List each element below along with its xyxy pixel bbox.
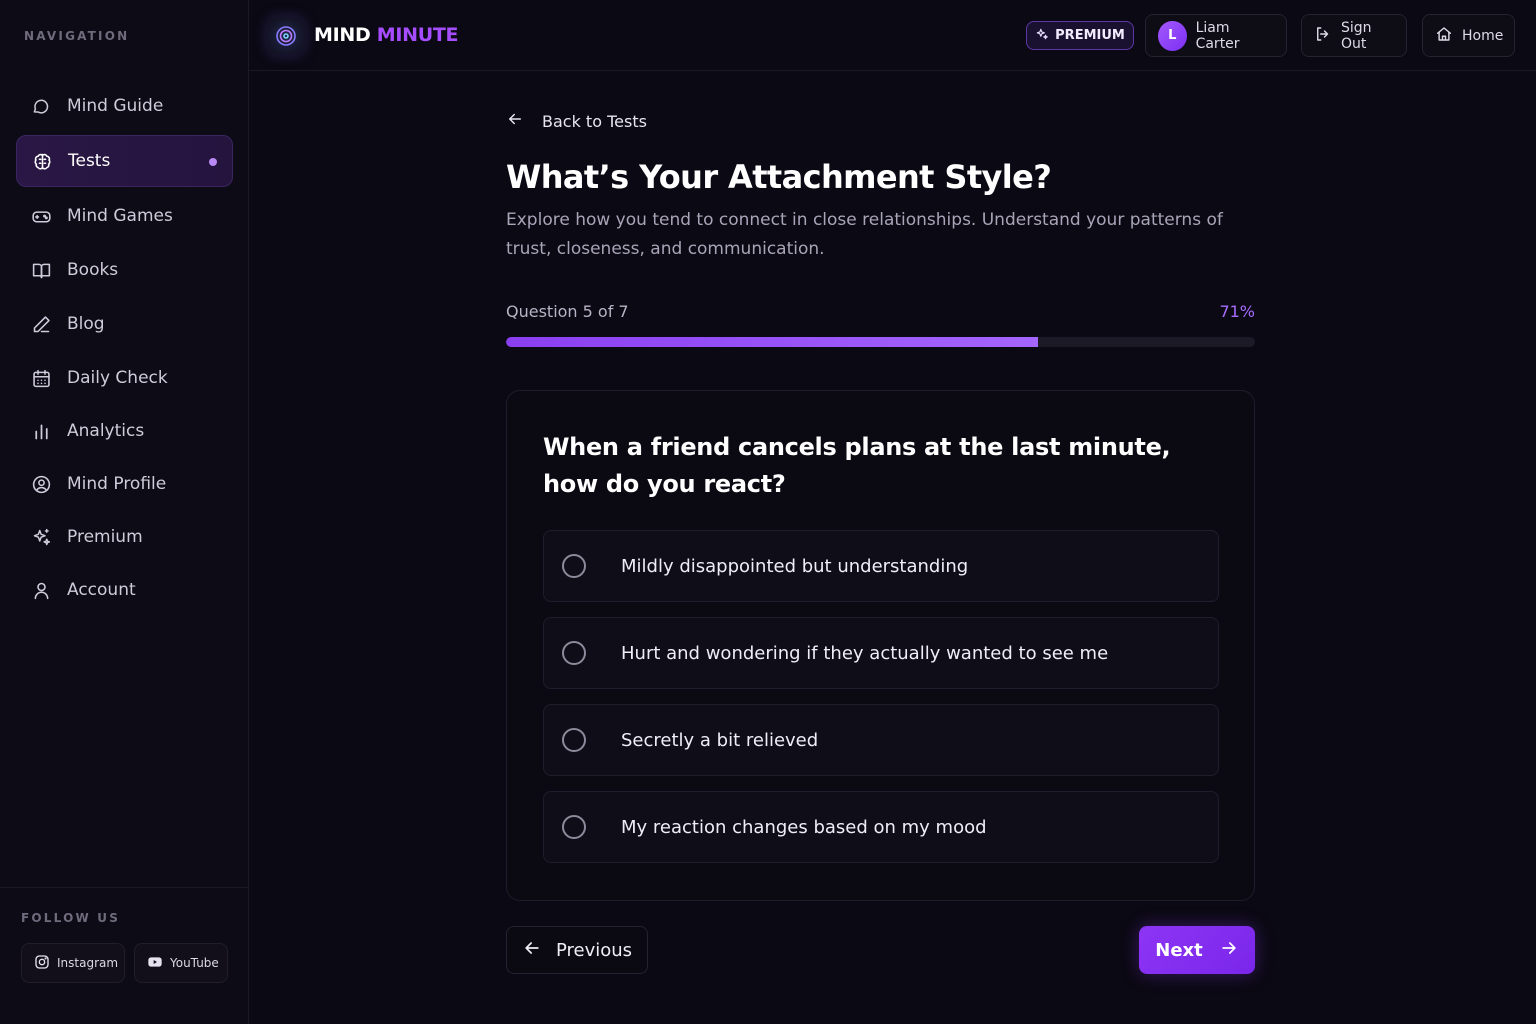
answer-option[interactable]: Secretly a bit relieved: [543, 704, 1219, 776]
youtube-icon: [147, 954, 163, 973]
sidebar-item-analytics[interactable]: Analytics: [16, 405, 233, 457]
app-logo-text[interactable]: MIND MINUTE: [314, 24, 459, 46]
next-label: Next: [1155, 939, 1203, 961]
sidebar: NAVIGATION Mind Guide Tests Mind Games B…: [0, 0, 249, 1024]
gamepad-icon: [30, 205, 52, 227]
answer-option-label: Mildly disappointed but understanding: [621, 555, 969, 577]
previous-label: Previous: [555, 939, 633, 961]
previous-button[interactable]: Previous: [506, 926, 648, 974]
radio-button[interactable]: [562, 728, 586, 752]
answer-option-label: Secretly a bit relieved: [621, 729, 819, 751]
pen-icon: [30, 313, 52, 335]
back-to-tests-link[interactable]: Back to Tests: [506, 108, 647, 134]
brain-logo-icon[interactable]: [267, 17, 305, 55]
sidebar-item-label: Account: [67, 580, 136, 600]
logo-part-1: MIND: [314, 24, 371, 46]
user-icon: [30, 579, 52, 601]
youtube-label: YouTube: [170, 956, 219, 970]
youtube-link[interactable]: YouTube: [134, 943, 228, 983]
sidebar-item-label: Mind Games: [67, 206, 173, 226]
question-text: When a friend cancels plans at the last …: [543, 433, 1171, 498]
user-name: Liam Carter: [1195, 19, 1240, 52]
sidebar-item-mind-guide[interactable]: Mind Guide: [16, 80, 233, 132]
sidebar-item-label: Premium: [67, 527, 143, 547]
progress-bar: [506, 337, 1255, 347]
radio-button[interactable]: [562, 815, 586, 839]
sidebar-item-blog[interactable]: Blog: [16, 298, 233, 350]
question-card: When a friend cancels plans at the last …: [506, 390, 1255, 901]
question-counter: Question 5 of 7: [506, 302, 629, 321]
user-circle-icon: [30, 473, 52, 495]
sparkles-icon: [1035, 27, 1049, 45]
sign-out-button[interactable]: Sign Out: [1301, 14, 1407, 57]
sidebar-item-label: Daily Check: [67, 368, 168, 388]
nav-heading: NAVIGATION: [24, 29, 130, 43]
premium-badge-button[interactable]: PREMIUM: [1026, 21, 1134, 50]
sidebar-item-mind-profile[interactable]: Mind Profile: [16, 458, 233, 510]
arrow-right-icon: [1219, 938, 1239, 963]
bar-chart-icon: [30, 420, 52, 442]
page-title: What’s Your Attachment Style?: [506, 158, 1052, 196]
sidebar-item-label: Books: [67, 260, 119, 280]
sidebar-item-mind-games[interactable]: Mind Games: [16, 190, 233, 242]
sidebar-item-premium[interactable]: Premium: [16, 511, 233, 563]
sparkles-icon: [30, 526, 52, 548]
sidebar-item-account[interactable]: Account: [16, 564, 233, 616]
logo-part-2: MINUTE: [376, 24, 459, 46]
arrow-left-icon: [506, 110, 524, 132]
sidebar-item-label: Analytics: [67, 421, 145, 441]
follow-heading: FOLLOW US: [21, 911, 121, 925]
sidebar-item-label: Tests: [68, 151, 111, 171]
book-icon: [30, 259, 52, 281]
page-description: Explore how you tend to connect in close…: [506, 210, 1223, 259]
sidebar-item-books[interactable]: Books: [16, 244, 233, 296]
answer-option-label: Hurt and wondering if they actually want…: [621, 642, 1109, 664]
user-profile-button[interactable]: L Liam Carter: [1145, 14, 1287, 57]
home-icon: [1435, 25, 1453, 47]
sidebar-item-tests[interactable]: Tests: [16, 135, 233, 187]
instagram-icon: [34, 954, 50, 973]
sign-out-icon: [1314, 25, 1332, 47]
brain-icon: [31, 150, 53, 172]
home-label: Home: [1462, 27, 1504, 44]
answer-option[interactable]: Hurt and wondering if they actually want…: [543, 617, 1219, 689]
sidebar-item-label: Mind Guide: [67, 96, 164, 116]
chat-bubble-icon: [30, 95, 52, 117]
home-button[interactable]: Home: [1422, 14, 1515, 57]
progress-bar-fill: [506, 337, 1038, 347]
instagram-label: Instagram: [57, 956, 119, 970]
app-root: NAVIGATION Mind Guide Tests Mind Games B…: [0, 0, 1536, 1024]
back-label: Back to Tests: [542, 111, 647, 131]
next-button[interactable]: Next: [1139, 926, 1255, 974]
sidebar-item-label: Blog: [67, 314, 105, 334]
sidebar-divider: [0, 887, 248, 888]
sidebar-item-daily-check[interactable]: Daily Check: [16, 352, 233, 404]
sign-out-label: Sign Out: [1341, 19, 1372, 52]
arrow-left-icon: [522, 938, 542, 963]
instagram-link[interactable]: Instagram: [21, 943, 125, 983]
calendar-icon: [30, 367, 52, 389]
sidebar-item-label: Mind Profile: [67, 474, 167, 494]
radio-button[interactable]: [562, 641, 586, 665]
answer-option-label: My reaction changes based on my mood: [621, 816, 987, 838]
progress-percent: 71%: [1219, 302, 1255, 321]
avatar: L: [1158, 20, 1187, 51]
answer-option[interactable]: My reaction changes based on my mood: [543, 791, 1219, 863]
active-indicator-dot: [209, 158, 217, 166]
premium-label: PREMIUM: [1055, 28, 1125, 43]
answer-option[interactable]: Mildly disappointed but understanding: [543, 530, 1219, 602]
radio-button[interactable]: [562, 554, 586, 578]
top-bar: MIND MINUTE PREMIUM L Liam Carter Sign O…: [249, 0, 1536, 71]
